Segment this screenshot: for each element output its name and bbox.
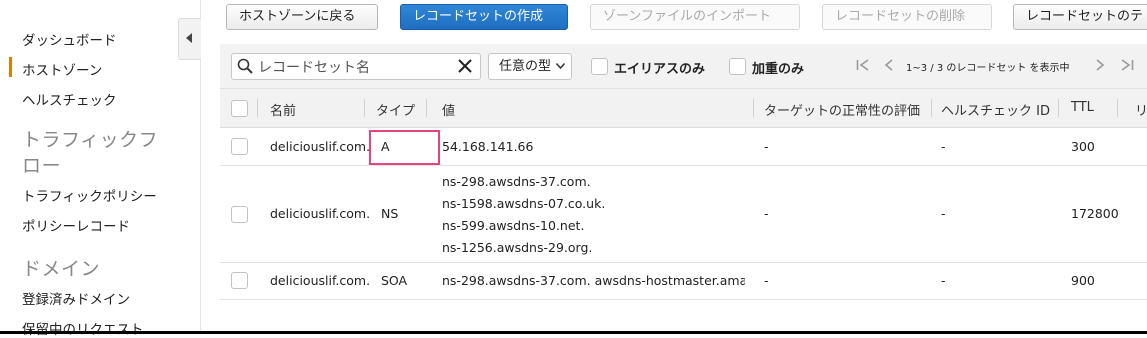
cell-value: ns-1598.awsdns-07.co.uk. [442, 196, 606, 211]
cell-type: SOA [381, 273, 408, 288]
column-header-ttl[interactable]: TTL [1071, 100, 1094, 115]
delete-record-set-button[interactable]: レコードセットの削除 [822, 4, 992, 30]
sidebar-item-dashboard[interactable]: ダッシュボード [22, 29, 117, 49]
sidebar-item-pending-requests[interactable]: 保留中のリクエスト [22, 318, 144, 338]
cell-health-check-id: - [941, 273, 946, 288]
next-page-icon[interactable] [1095, 59, 1105, 71]
record-type-select[interactable]: 任意の型 [488, 53, 572, 80]
test-record-set-button[interactable]: レコードセットのテ [1013, 4, 1147, 30]
cell-health-evaluation: - [764, 139, 769, 154]
cell-value: ns-1256.awsdns-29.org. [442, 240, 593, 255]
back-to-hosted-zones-button[interactable]: ホストゾーンに戻る [226, 4, 378, 30]
cell-name: deliciouslif.com. [270, 206, 371, 221]
cell-name: deliciouslif.com. [270, 273, 371, 288]
column-header-health-evaluation[interactable]: ターゲットの正常性の評価 [764, 100, 920, 119]
clear-icon[interactable] [457, 58, 473, 74]
sidebar-item-hosted-zones[interactable]: ホストゾーン [8, 57, 102, 79]
cell-value: ns-599.awsdns-10.net. [442, 218, 585, 233]
table-row[interactable]: deliciouslif.com. SOA ns-298.awsdns-37.c… [220, 263, 1147, 300]
sidebar-item-health-checks[interactable]: ヘルスチェック [22, 89, 117, 109]
filter-bar: 任意の型 エイリアスのみ 加重のみ 1~3 / 3 のレコードセット を表示中 [220, 44, 1147, 89]
table-row[interactable]: deliciouslif.com. A 54.168.141.66 - - 30… [220, 128, 1147, 166]
weighted-only-label: 加重のみ [752, 62, 805, 77]
import-zone-file-button[interactable]: ゾーンファイルのインポート [590, 4, 800, 30]
sidebar-collapse-toggle[interactable] [178, 18, 201, 60]
cell-health-evaluation: - [764, 273, 769, 288]
search-box[interactable] [231, 53, 481, 80]
pagination-status: 1~3 / 3 のレコードセット を表示中 [906, 63, 1070, 74]
first-page-icon[interactable] [856, 59, 870, 71]
cell-value-list: ns-298.awsdns-37.com. ns-1598.awsdns-07.… [442, 171, 605, 259]
cell-ttl: 300 [1071, 139, 1095, 154]
column-header-region[interactable]: リ [1135, 100, 1147, 119]
sidebar: ダッシュボード ホストゾーン ヘルスチェック トラフィックフロー トラフィックポ… [0, 0, 201, 338]
table-row[interactable]: deliciouslif.com. NS ns-298.awsdns-37.co… [220, 166, 1147, 263]
sidebar-group-traffic-flow: トラフィックフロー [22, 129, 159, 177]
column-separator [426, 99, 427, 117]
column-separator [931, 99, 932, 117]
highlight-box [369, 130, 440, 165]
cell-type: NS [381, 206, 399, 221]
prev-page-icon[interactable] [884, 59, 894, 71]
cell-health-check-id: - [941, 139, 946, 154]
record-set-name-search-input[interactable] [256, 57, 450, 78]
row-checkbox[interactable] [231, 206, 248, 223]
sidebar-item-traffic-policies[interactable]: トラフィックポリシー [22, 185, 157, 205]
sidebar-item-registered-domains[interactable]: 登録済みドメイン [22, 288, 130, 308]
create-record-set-button[interactable]: レコードセットの作成 [400, 4, 568, 30]
last-page-icon[interactable] [1120, 59, 1134, 71]
weighted-only-checkbox[interactable] [729, 58, 746, 75]
column-header-value[interactable]: 値 [442, 100, 455, 119]
sidebar-group-domains: ドメイン [22, 258, 101, 280]
chevron-left-icon [186, 33, 192, 43]
cell-health-check-id: - [941, 206, 946, 221]
chevron-down-icon [556, 63, 565, 69]
alias-only-label: エイリアスのみ [614, 62, 706, 77]
cell-ttl: 900 [1071, 273, 1095, 288]
column-separator [753, 99, 754, 117]
cell-health-evaluation: - [764, 206, 769, 221]
column-header-type[interactable]: タイプ [376, 100, 415, 119]
column-header-health-check-id[interactable]: ヘルスチェック ID [941, 100, 1050, 119]
sidebar-item-policy-records[interactable]: ポリシーレコード [22, 215, 130, 235]
column-separator [1058, 99, 1059, 117]
cell-value: ns-298.awsdns-37.com. awsdns-hostmaster.… [442, 273, 745, 288]
cell-value: 54.168.141.66 [442, 139, 534, 154]
select-all-checkbox[interactable] [231, 100, 248, 117]
row-checkbox[interactable] [231, 272, 248, 289]
column-separator [1117, 99, 1118, 117]
cell-ttl: 172800 [1071, 206, 1119, 221]
table-header: 名前 タイプ 値 ターゲットの正常性の評価 ヘルスチェック ID TTL リ [220, 89, 1147, 128]
alias-only-checkbox[interactable] [591, 58, 608, 75]
column-header-name[interactable]: 名前 [270, 100, 296, 119]
column-separator [364, 99, 365, 117]
cell-name: deliciouslif.com. [270, 139, 371, 154]
row-checkbox[interactable] [231, 138, 248, 155]
cell-value: ns-298.awsdns-37.com. [442, 174, 591, 189]
record-type-select-value: 任意の型 [499, 59, 552, 74]
column-separator [257, 99, 258, 117]
search-icon [237, 58, 253, 74]
